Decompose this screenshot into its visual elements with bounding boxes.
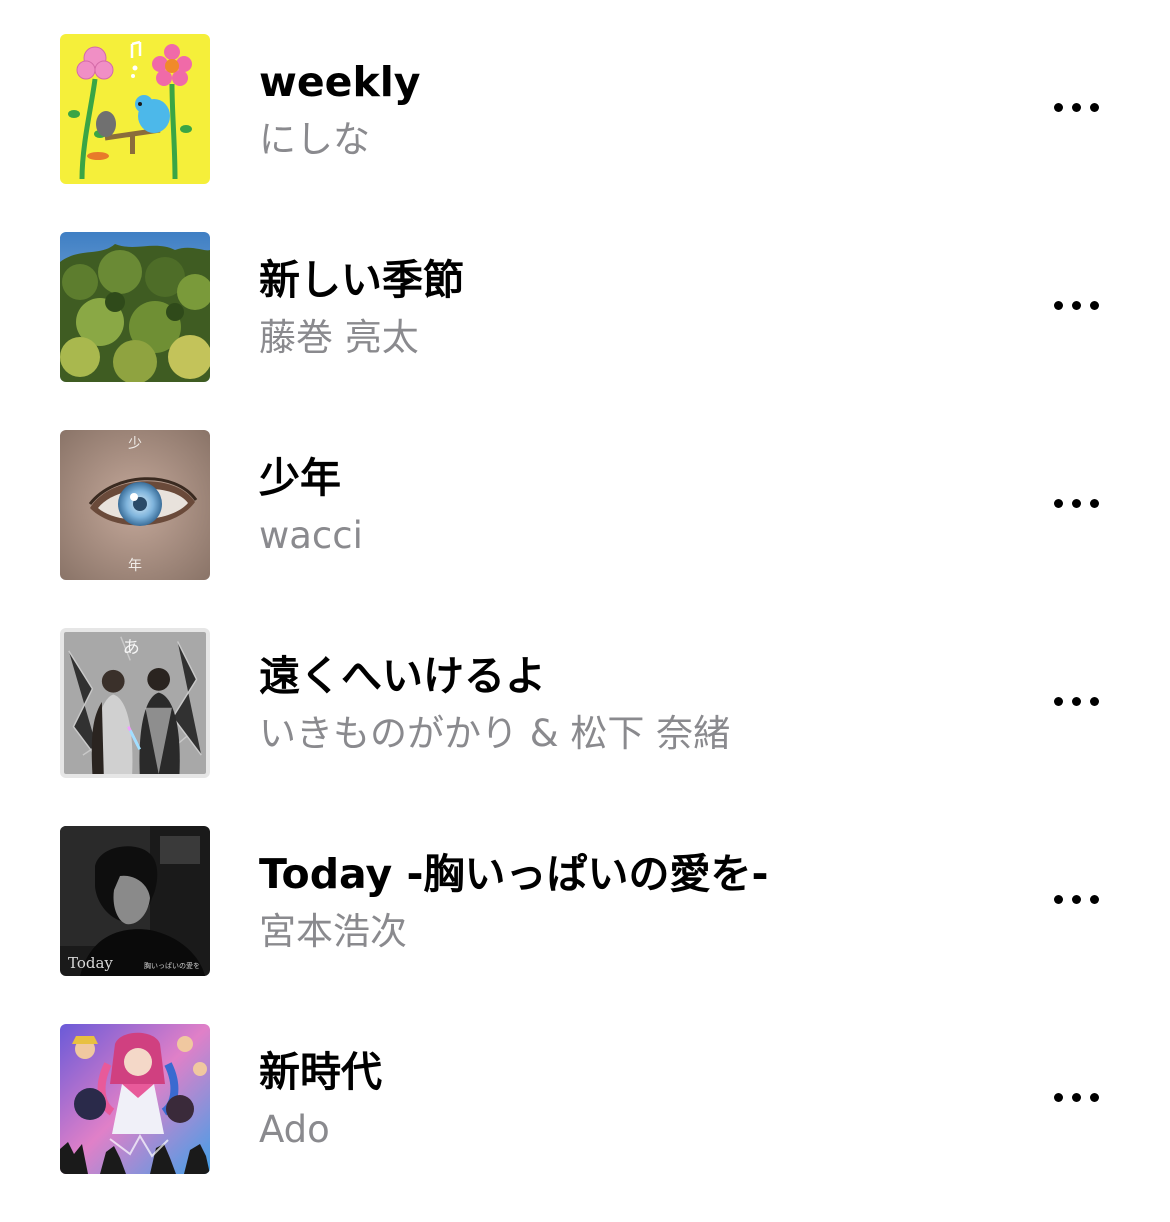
more-options-button[interactable]: [1038, 480, 1114, 526]
ellipsis-icon: [1089, 300, 1099, 310]
album-artwork[interactable]: [60, 232, 210, 382]
ellipsis-icon: [1053, 1092, 1063, 1102]
song-artist: 藤巻 亮太: [259, 316, 419, 359]
album-artwork[interactable]: [60, 34, 210, 184]
forest-photo-artwork: [60, 232, 210, 382]
ellipsis-icon: [1053, 498, 1063, 508]
song-title: Today -胸いっぱいの愛を-: [259, 850, 769, 898]
album-artwork[interactable]: 少 年: [60, 430, 210, 580]
song-row-shonen[interactable]: 少 年 少年 wacci: [0, 430, 1170, 628]
more-options-button[interactable]: [1038, 678, 1114, 724]
song-row-tooku-e-ikeru-yo[interactable]: あ 遠くへいけるよ いきものがかり & 松下 奈緒: [0, 628, 1170, 826]
ellipsis-icon: [1089, 1092, 1099, 1102]
more-options-button[interactable]: [1038, 1074, 1114, 1120]
song-artist: にしな: [259, 118, 370, 161]
album-artwork[interactable]: Today 胸いっぱいの愛を: [60, 826, 210, 976]
ellipsis-icon: [1071, 696, 1081, 706]
song-artist: 宮本浩次: [259, 910, 407, 953]
artwork-text-top: 少: [128, 436, 142, 452]
artwork-text-bottom: 年: [128, 558, 142, 574]
song-title: weekly: [259, 58, 421, 106]
song-artist: wacci: [259, 514, 363, 557]
yellow-flowers-artwork: [60, 34, 210, 184]
monochrome-portrait-artwork: Today 胸いっぱいの愛を: [60, 826, 210, 976]
ellipsis-icon: [1089, 102, 1099, 112]
duo-portrait-artwork: あ: [64, 632, 206, 774]
anime-characters-artwork: [60, 1024, 210, 1174]
more-options-button[interactable]: [1038, 876, 1114, 922]
eye-closeup-artwork: 少 年: [60, 430, 210, 580]
artwork-text-today: Today: [68, 954, 113, 972]
album-artwork[interactable]: あ: [60, 628, 210, 778]
song-row-today[interactable]: Today 胸いっぱいの愛を Today -胸いっぱいの愛を- 宮本浩次: [0, 826, 1170, 1024]
song-title: 少年: [259, 454, 341, 502]
ellipsis-icon: [1071, 300, 1081, 310]
song-title: 新時代: [259, 1048, 382, 1096]
song-artist: Ado: [259, 1108, 330, 1151]
song-title: 新しい季節: [259, 256, 464, 304]
album-artwork[interactable]: [60, 1024, 210, 1174]
ellipsis-icon: [1071, 894, 1081, 904]
song-row-atarashii-kisetsu[interactable]: 新しい季節 藤巻 亮太: [0, 232, 1170, 430]
ellipsis-icon: [1071, 1092, 1081, 1102]
song-title: 遠くへいけるよ: [259, 652, 546, 700]
ellipsis-icon: [1053, 102, 1063, 112]
ellipsis-icon: [1053, 894, 1063, 904]
svg-text:あ: あ: [123, 638, 140, 658]
ellipsis-icon: [1089, 696, 1099, 706]
ellipsis-icon: [1053, 300, 1063, 310]
ellipsis-icon: [1071, 102, 1081, 112]
ellipsis-icon: [1053, 696, 1063, 706]
ellipsis-icon: [1071, 498, 1081, 508]
song-row-weekly[interactable]: weekly にしな: [0, 34, 1170, 232]
more-options-button[interactable]: [1038, 282, 1114, 328]
ellipsis-icon: [1089, 498, 1099, 508]
song-row-shinjidai[interactable]: 新時代 Ado: [0, 1024, 1170, 1222]
more-options-button[interactable]: [1038, 84, 1114, 130]
song-list: weekly にしな 新しい季節 藤巻 亮太 少 年 少年 wacci あ 遠く…: [0, 34, 1170, 1222]
song-artist: いきものがかり & 松下 奈緒: [259, 712, 731, 755]
artwork-text-subtitle: 胸いっぱいの愛を: [144, 961, 200, 970]
ellipsis-icon: [1089, 894, 1099, 904]
